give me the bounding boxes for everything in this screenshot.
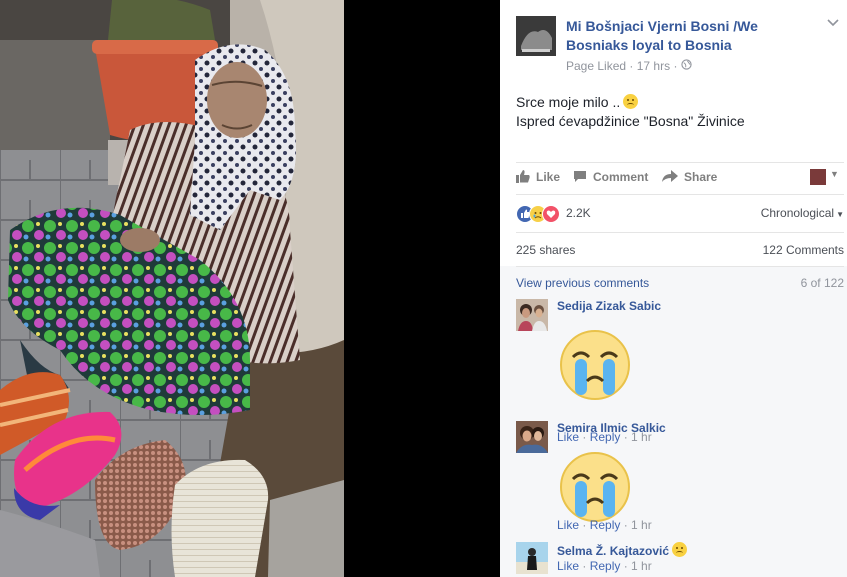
comment-actions: Like · Reply · 1 hr	[557, 518, 652, 532]
shares-count-link[interactable]: 225 shares	[516, 243, 575, 257]
meta-separator: ·	[629, 58, 634, 73]
post-photo[interactable]	[0, 0, 344, 577]
page-name-line-2: Bosniaks loyal to Bosnia	[566, 37, 732, 53]
commenter-name[interactable]: Selma Ž. Kajtazović	[557, 542, 688, 558]
commenter-name[interactable]: Semira Ilmic Salkic	[557, 421, 666, 435]
love-reaction-icon	[542, 205, 560, 223]
caret-down-icon: ▼	[836, 210, 844, 219]
chevron-down-icon[interactable]	[826, 15, 840, 31]
reaction-count: 2.2K	[566, 206, 591, 220]
sad-face-emoji-icon	[672, 542, 688, 557]
avatar[interactable]	[516, 542, 548, 574]
sad-face-emoji-icon	[623, 94, 639, 109]
meta-separator: ·	[673, 58, 678, 73]
share-button[interactable]: Share	[662, 170, 717, 186]
commenter-name[interactable]: Sedija Zizak Sabic	[557, 299, 661, 313]
page-name-link[interactable]: Mi Bošnjaci Vjerni Bosni /We Bosniaks lo…	[566, 17, 806, 55]
post-timestamp[interactable]: 17 hrs	[637, 59, 670, 73]
post-line-1: Srce moje milo ..	[516, 94, 621, 110]
reactions-summary[interactable]: 2.2K Chronological ▼	[516, 204, 844, 224]
share-label: Share	[684, 170, 718, 184]
post-side-panel: Mi Bošnjaci Vjerni Bosni /We Bosniaks lo…	[500, 0, 847, 577]
comments-section: View previous comments 6 of 122 Sedija Z…	[500, 266, 847, 577]
post-line-2: Ispred ćevapdžinice "Bosna" Živinice	[516, 113, 745, 129]
divider	[516, 266, 844, 267]
page-liked-status[interactable]: Page Liked	[566, 59, 626, 73]
comment-like-link[interactable]: Like	[557, 518, 579, 532]
comment-timestamp[interactable]: 1 hr	[631, 559, 652, 573]
share-arrow-icon	[662, 170, 678, 186]
photo-viewer[interactable]	[0, 0, 500, 577]
post-actions-bar: Like Comment Share ▼	[516, 162, 844, 194]
comment-label: Comment	[593, 170, 649, 184]
comment-reply-link[interactable]: Reply	[590, 559, 621, 573]
like-button[interactable]: Like	[516, 170, 560, 186]
post-message: Srce moje milo .. Ispred ćevapdžinice "B…	[516, 93, 745, 131]
comment-actions: Like · Reply · 1 hr	[557, 559, 652, 573]
crying-sticker-icon	[559, 329, 631, 401]
like-label: Like	[536, 170, 561, 184]
view-previous-comments-link[interactable]: View previous comments	[516, 276, 649, 290]
page-name-line-1: Mi Bošnjaci Vjerni Bosni /We	[566, 18, 758, 34]
avatar[interactable]	[516, 299, 548, 331]
crying-sticker-icon	[559, 451, 631, 523]
commenter-name-text: Selma Ž. Kajtazović	[557, 544, 670, 558]
page-avatar[interactable]	[516, 16, 556, 56]
post-meta: Page Liked · 17 hrs ·	[566, 58, 692, 73]
sort-label: Chronological	[760, 206, 835, 220]
chronological-sort-dropdown[interactable]: Chronological ▼	[761, 206, 844, 220]
comments-count-link[interactable]: 122 Comments	[763, 243, 844, 257]
avatar[interactable]	[516, 421, 548, 453]
globe-icon	[681, 59, 692, 73]
comment-button[interactable]: Comment	[573, 170, 648, 186]
divider	[516, 194, 844, 195]
actor-avatar[interactable]	[810, 169, 826, 185]
divider	[516, 232, 844, 233]
comment-timestamp[interactable]: 1 hr	[631, 518, 652, 532]
caret-down-icon[interactable]: ▼	[830, 169, 839, 179]
comment-like-link[interactable]: Like	[557, 559, 579, 573]
comment-icon	[573, 170, 587, 186]
thumbs-up-icon	[516, 170, 530, 186]
comment-position-counter: 6 of 122	[800, 276, 844, 290]
comment-reply-link[interactable]: Reply	[590, 518, 621, 532]
